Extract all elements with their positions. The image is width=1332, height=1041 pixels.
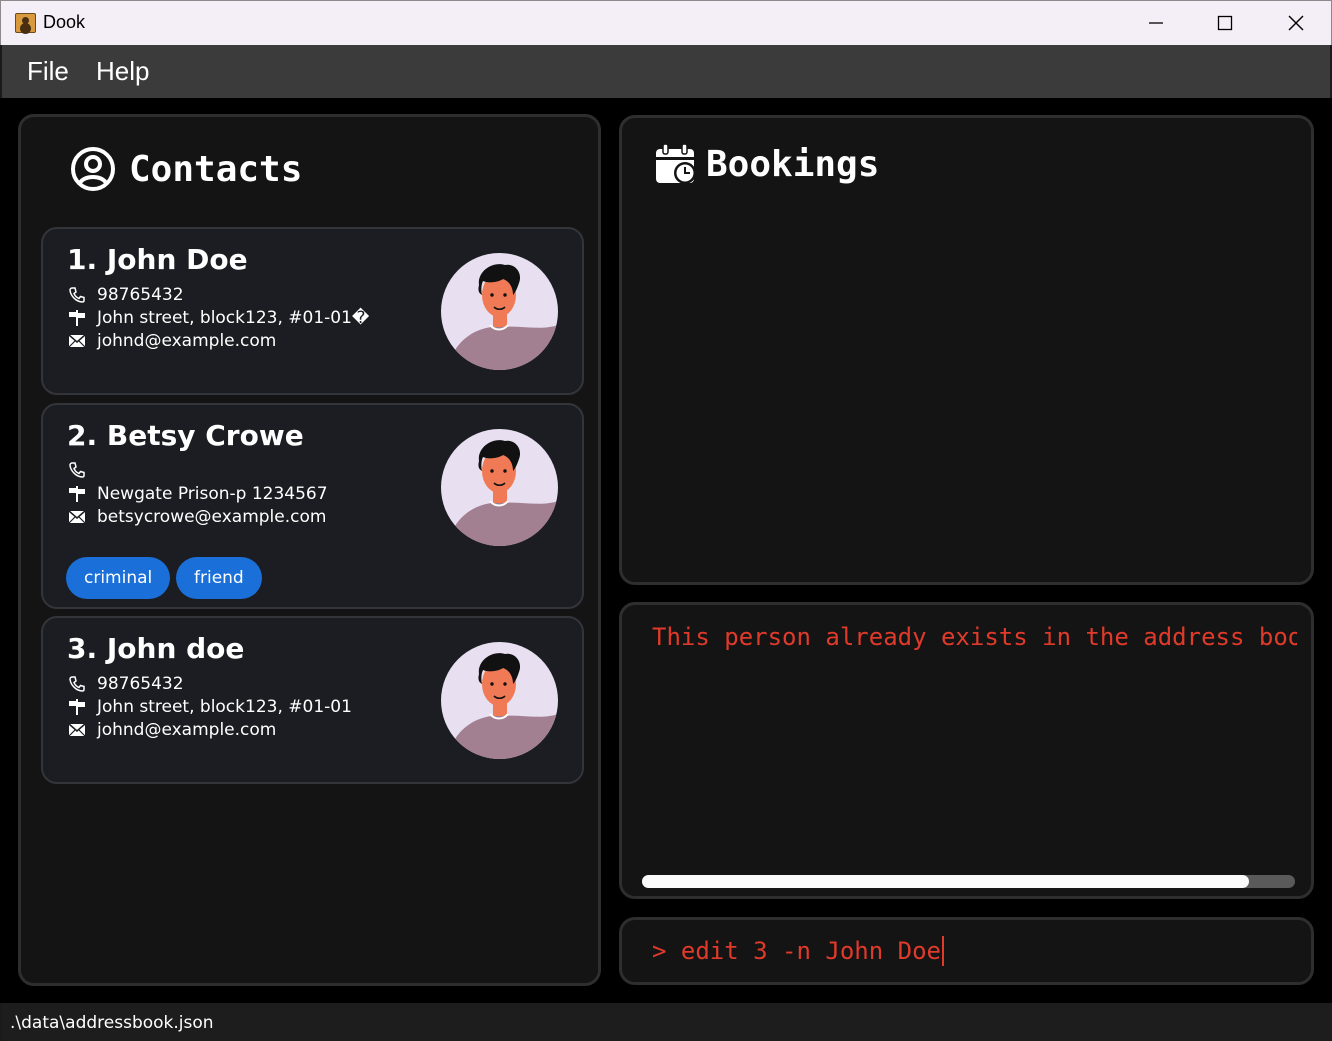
contact-phone-row (67, 461, 97, 479)
command-text: > edit 3 -n John Doe (652, 937, 941, 965)
contact-name: 1. John Doe (67, 243, 248, 276)
contact-email: johnd@example.com (97, 720, 277, 740)
signpost-icon (67, 309, 87, 327)
menu-file[interactable]: File (27, 56, 69, 87)
storage-path: .\data\addressbook.json (10, 1013, 214, 1033)
contact-email: betsycrowe@example.com (97, 507, 327, 527)
contact-name: 3. John doe (67, 632, 245, 665)
window-title: Dook (43, 12, 86, 32)
contact-email-row: johnd@example.com (67, 720, 276, 740)
status-bar: .\data\addressbook.json (0, 1003, 1332, 1041)
contact-address-row: John street, block123, #01-01 (67, 697, 352, 717)
signpost-icon (67, 485, 87, 503)
contact-address-row: Newgate Prison-p 1234567 (67, 484, 328, 504)
minimize-icon (1149, 22, 1163, 24)
menu-bar: File Help (0, 45, 1332, 98)
phone-icon (67, 675, 87, 693)
horizontal-scrollbar[interactable] (642, 875, 1295, 888)
contacts-header: Contacts (69, 145, 302, 193)
contact-email-row: johnd@example.com (67, 331, 276, 351)
envelope-icon (67, 332, 87, 350)
result-display-panel: This person already exists in the addres… (619, 602, 1314, 899)
result-message: This person already exists in the addres… (652, 623, 1297, 651)
phone-icon (67, 286, 87, 304)
contact-address: John street, block123, #01-01� (97, 308, 370, 328)
envelope-icon (67, 508, 87, 526)
avatar (441, 429, 558, 546)
contacts-title: Contacts (129, 148, 303, 190)
contact-address: John street, block123, #01-01 (97, 697, 352, 717)
command-box[interactable]: > edit 3 -n John Doe (619, 917, 1314, 985)
text-caret (941, 936, 944, 966)
contact-phone-row: 98765432 (67, 285, 184, 305)
tag-criminal: criminal (66, 557, 171, 599)
address-book-icon (15, 13, 36, 33)
contact-email-row: betsycrowe@example.com (67, 507, 326, 527)
contact-card[interactable]: 3. John doe 98765432 John street, block1… (41, 616, 584, 784)
contact-phone-row: 98765432 (67, 674, 184, 694)
contact-phone: 98765432 (97, 674, 184, 694)
maximize-button[interactable] (1190, 1, 1260, 45)
contact-address-row: John street, block123, #01-01� (67, 308, 369, 328)
user-circle-icon (71, 147, 115, 191)
contact-name: 2. Betsy Crowe (67, 419, 304, 452)
bookings-panel: Bookings (619, 115, 1314, 585)
scrollbar-thumb[interactable] (642, 875, 1250, 888)
menu-help[interactable]: Help (96, 56, 149, 87)
signpost-icon (67, 698, 87, 716)
contact-email: johnd@example.com (97, 331, 277, 351)
close-icon (1288, 15, 1304, 31)
contact-phone: 98765432 (97, 285, 184, 305)
phone-icon (67, 461, 87, 479)
command-input[interactable]: > edit 3 -n John Doe (652, 936, 944, 966)
close-button[interactable] (1261, 1, 1331, 45)
maximize-icon (1217, 15, 1233, 31)
contact-address: Newgate Prison-p 1234567 (97, 484, 328, 504)
minimize-button[interactable] (1121, 1, 1191, 45)
bookings-title: Bookings (706, 143, 880, 185)
contact-card[interactable]: 2. Betsy Crowe Newgate Prison-p 1234567 … (41, 403, 584, 609)
tag-friend: friend (176, 557, 262, 599)
bookings-header: Bookings (654, 143, 879, 185)
title-bar: Dook (0, 0, 1332, 45)
avatar (441, 253, 558, 370)
envelope-icon (67, 721, 87, 739)
avatar (441, 642, 558, 759)
calendar-clock-icon (656, 143, 696, 184)
contacts-panel: Contacts 1. John Doe 98765432 John stree… (18, 114, 601, 986)
contact-card[interactable]: 1. John Doe 98765432 John street, block1… (41, 227, 584, 395)
